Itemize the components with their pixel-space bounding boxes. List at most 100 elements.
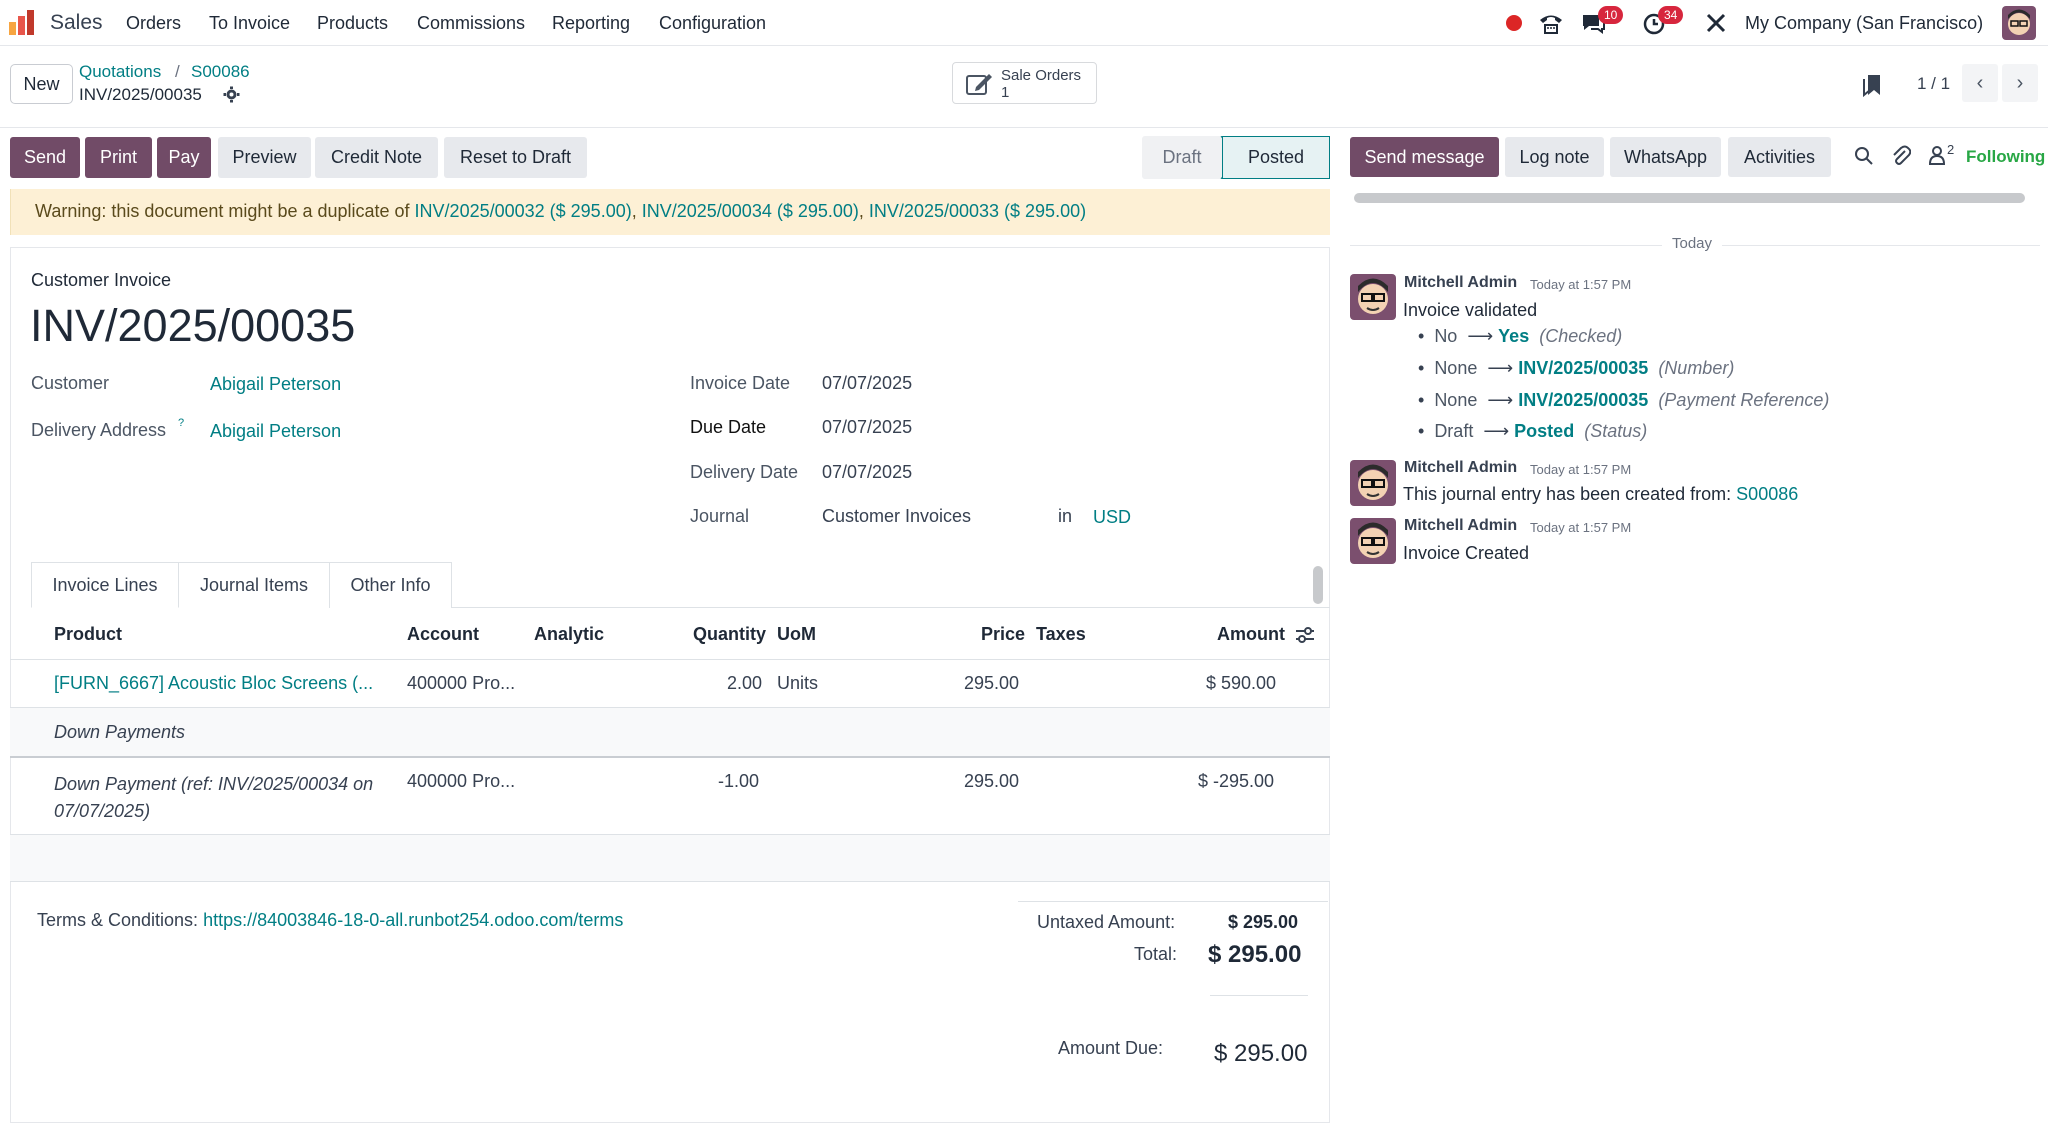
menu-orders[interactable]: Orders xyxy=(126,13,181,34)
smart-button-label: Sale Orders 1 xyxy=(1001,67,1082,101)
customer-link[interactable]: Abigail Peterson xyxy=(210,374,341,395)
line-uom[interactable]: Units xyxy=(777,673,818,694)
app-name[interactable]: Sales xyxy=(50,11,103,35)
gear-icon[interactable] xyxy=(223,86,240,108)
scrollbar-handle[interactable] xyxy=(1313,566,1323,604)
paperclip-icon[interactable] xyxy=(1891,145,1912,172)
line-product-link[interactable]: [FURN_6667] Acoustic Bloc Screens (... xyxy=(54,673,373,694)
terms-link[interactable]: https://84003846-18-0-all.runbot254.odoo… xyxy=(203,910,623,930)
menu-products[interactable]: Products xyxy=(317,13,388,34)
author-avatar[interactable] xyxy=(1350,274,1396,320)
tab-journal-items[interactable]: Journal Items xyxy=(179,562,330,608)
duplicate-link-3[interactable]: INV/2025/00033 ($ 295.00) xyxy=(869,201,1086,221)
journal-label: Journal xyxy=(690,506,750,526)
source-order-link[interactable]: S00086 xyxy=(1736,484,1798,504)
tracking-checked: • No ⟶ Yes (Checked) xyxy=(1418,326,1623,346)
line-account[interactable]: 400000 Pro... xyxy=(407,673,515,694)
section-divider xyxy=(10,756,1330,758)
line-quantity[interactable]: -1.00 xyxy=(718,771,759,792)
due-date-label: Due Date xyxy=(690,417,767,437)
delivery-date-value[interactable]: 07/07/2025 xyxy=(822,462,912,483)
status-posted[interactable]: Posted xyxy=(1222,136,1330,179)
sale-orders-smart-button[interactable]: Sale Orders 1 xyxy=(952,62,1097,104)
in-label: in xyxy=(1058,506,1073,526)
reset-to-draft-button[interactable]: Reset to Draft xyxy=(444,137,587,178)
empty-row[interactable] xyxy=(10,835,1330,881)
message-text: Invoice validated xyxy=(1403,300,1538,320)
line-amount: $ -295.00 xyxy=(1198,771,1275,791)
menu-to-invoice[interactable]: To Invoice xyxy=(209,13,290,34)
message-author[interactable]: Mitchell Admin xyxy=(1404,459,1517,477)
line-amount: $ 590.00 xyxy=(1206,673,1277,693)
line-account[interactable]: 400000 Pro... xyxy=(407,771,515,792)
status-draft[interactable]: Draft xyxy=(1142,136,1222,179)
col-amount[interactable]: Amount xyxy=(1217,624,1285,645)
down-payment-line-product[interactable]: Down Payment (ref: INV/2025/00034 on 07/… xyxy=(54,771,373,825)
phone-icon[interactable] xyxy=(1538,11,1564,35)
col-price[interactable]: Price xyxy=(981,624,1025,645)
breadcrumb-s00086[interactable]: S00086 xyxy=(191,62,250,82)
horizontal-scrollbar[interactable] xyxy=(1354,193,2025,203)
whatsapp-button[interactable]: WhatsApp xyxy=(1610,137,1721,177)
section-down-payments[interactable]: Down Payments xyxy=(54,722,185,743)
totals-divider xyxy=(1018,901,1328,902)
credit-note-button[interactable]: Credit Note xyxy=(315,137,438,178)
following-button[interactable]: Following xyxy=(1966,147,2045,167)
menu-reporting[interactable]: Reporting xyxy=(552,13,630,34)
pager-next-button[interactable]: › xyxy=(2002,64,2038,102)
message-author[interactable]: Mitchell Admin xyxy=(1404,517,1517,535)
journal-value[interactable]: Customer Invoices xyxy=(822,506,971,527)
record-name: INV/2025/00035 xyxy=(79,85,202,104)
record-icon[interactable] xyxy=(1506,15,1522,31)
help-tooltip[interactable]: ? xyxy=(178,417,184,429)
new-button[interactable]: New xyxy=(10,64,73,104)
line-quantity[interactable]: 2.00 xyxy=(727,673,762,694)
pager-value[interactable]: 1 / 1 xyxy=(1917,74,1950,94)
col-taxes[interactable]: Taxes xyxy=(1036,624,1086,645)
duplicate-link-1[interactable]: INV/2025/00032 ($ 295.00) xyxy=(415,201,632,221)
col-product[interactable]: Product xyxy=(54,624,122,645)
tab-invoice-lines[interactable]: Invoice Lines xyxy=(31,562,179,608)
followers-icon[interactable] xyxy=(1928,145,1946,170)
preview-button[interactable]: Preview xyxy=(218,137,311,178)
invoice-type: Customer Invoice xyxy=(31,270,172,290)
debug-tools-icon[interactable] xyxy=(1704,11,1730,35)
pay-button[interactable]: Pay xyxy=(157,137,211,178)
author-avatar[interactable] xyxy=(1350,460,1396,506)
pager-previous-button[interactable]: ‹ xyxy=(1962,64,1998,102)
breadcrumb-quotations[interactable]: Quotations xyxy=(79,62,161,82)
col-uom[interactable]: UoM xyxy=(777,624,816,645)
duplicate-link-2[interactable]: INV/2025/00034 ($ 295.00) xyxy=(642,201,859,221)
chevron-right-icon: › xyxy=(2016,71,2024,94)
menu-commissions[interactable]: Commissions xyxy=(417,13,525,34)
col-analytic[interactable]: Analytic xyxy=(534,624,604,645)
col-account[interactable]: Account xyxy=(407,624,479,645)
col-quantity[interactable]: Quantity xyxy=(693,624,766,645)
delivery-address-link[interactable]: Abigail Peterson xyxy=(210,421,341,442)
message-author[interactable]: Mitchell Admin xyxy=(1404,274,1517,292)
user-avatar[interactable] xyxy=(2002,6,2036,40)
bullet: • xyxy=(1418,358,1435,378)
tab-other-info[interactable]: Other Info xyxy=(330,562,452,608)
sales-app-icon[interactable] xyxy=(8,8,36,36)
message-time: Today at 1:57 PM xyxy=(1530,520,1632,535)
company-switcher[interactable]: My Company (San Francisco) xyxy=(1745,13,1983,34)
currency-link[interactable]: USD xyxy=(1093,507,1131,528)
activities-button[interactable]: Activities xyxy=(1728,137,1831,177)
line-price[interactable]: 295.00 xyxy=(964,673,1019,694)
line-price[interactable]: 295.00 xyxy=(964,771,1019,792)
print-button[interactable]: Print xyxy=(85,137,152,178)
column-settings-icon[interactable] xyxy=(1295,626,1315,649)
log-note-button[interactable]: Log note xyxy=(1505,137,1604,177)
untaxed-label: Untaxed Amount: xyxy=(1037,912,1176,932)
bookmark-icon[interactable] xyxy=(1862,73,1882,102)
menu-configuration[interactable]: Configuration xyxy=(659,13,766,34)
amount-due-label: Amount Due: xyxy=(1058,1038,1164,1058)
due-date-value[interactable]: 07/07/2025 xyxy=(822,417,912,438)
invoice-date-value[interactable]: 07/07/2025 xyxy=(822,373,912,394)
edit-icon xyxy=(965,71,993,102)
author-avatar[interactable] xyxy=(1350,518,1396,564)
send-button[interactable]: Send xyxy=(10,137,80,178)
send-message-button[interactable]: Send message xyxy=(1350,137,1499,177)
search-icon[interactable] xyxy=(1854,146,1874,171)
